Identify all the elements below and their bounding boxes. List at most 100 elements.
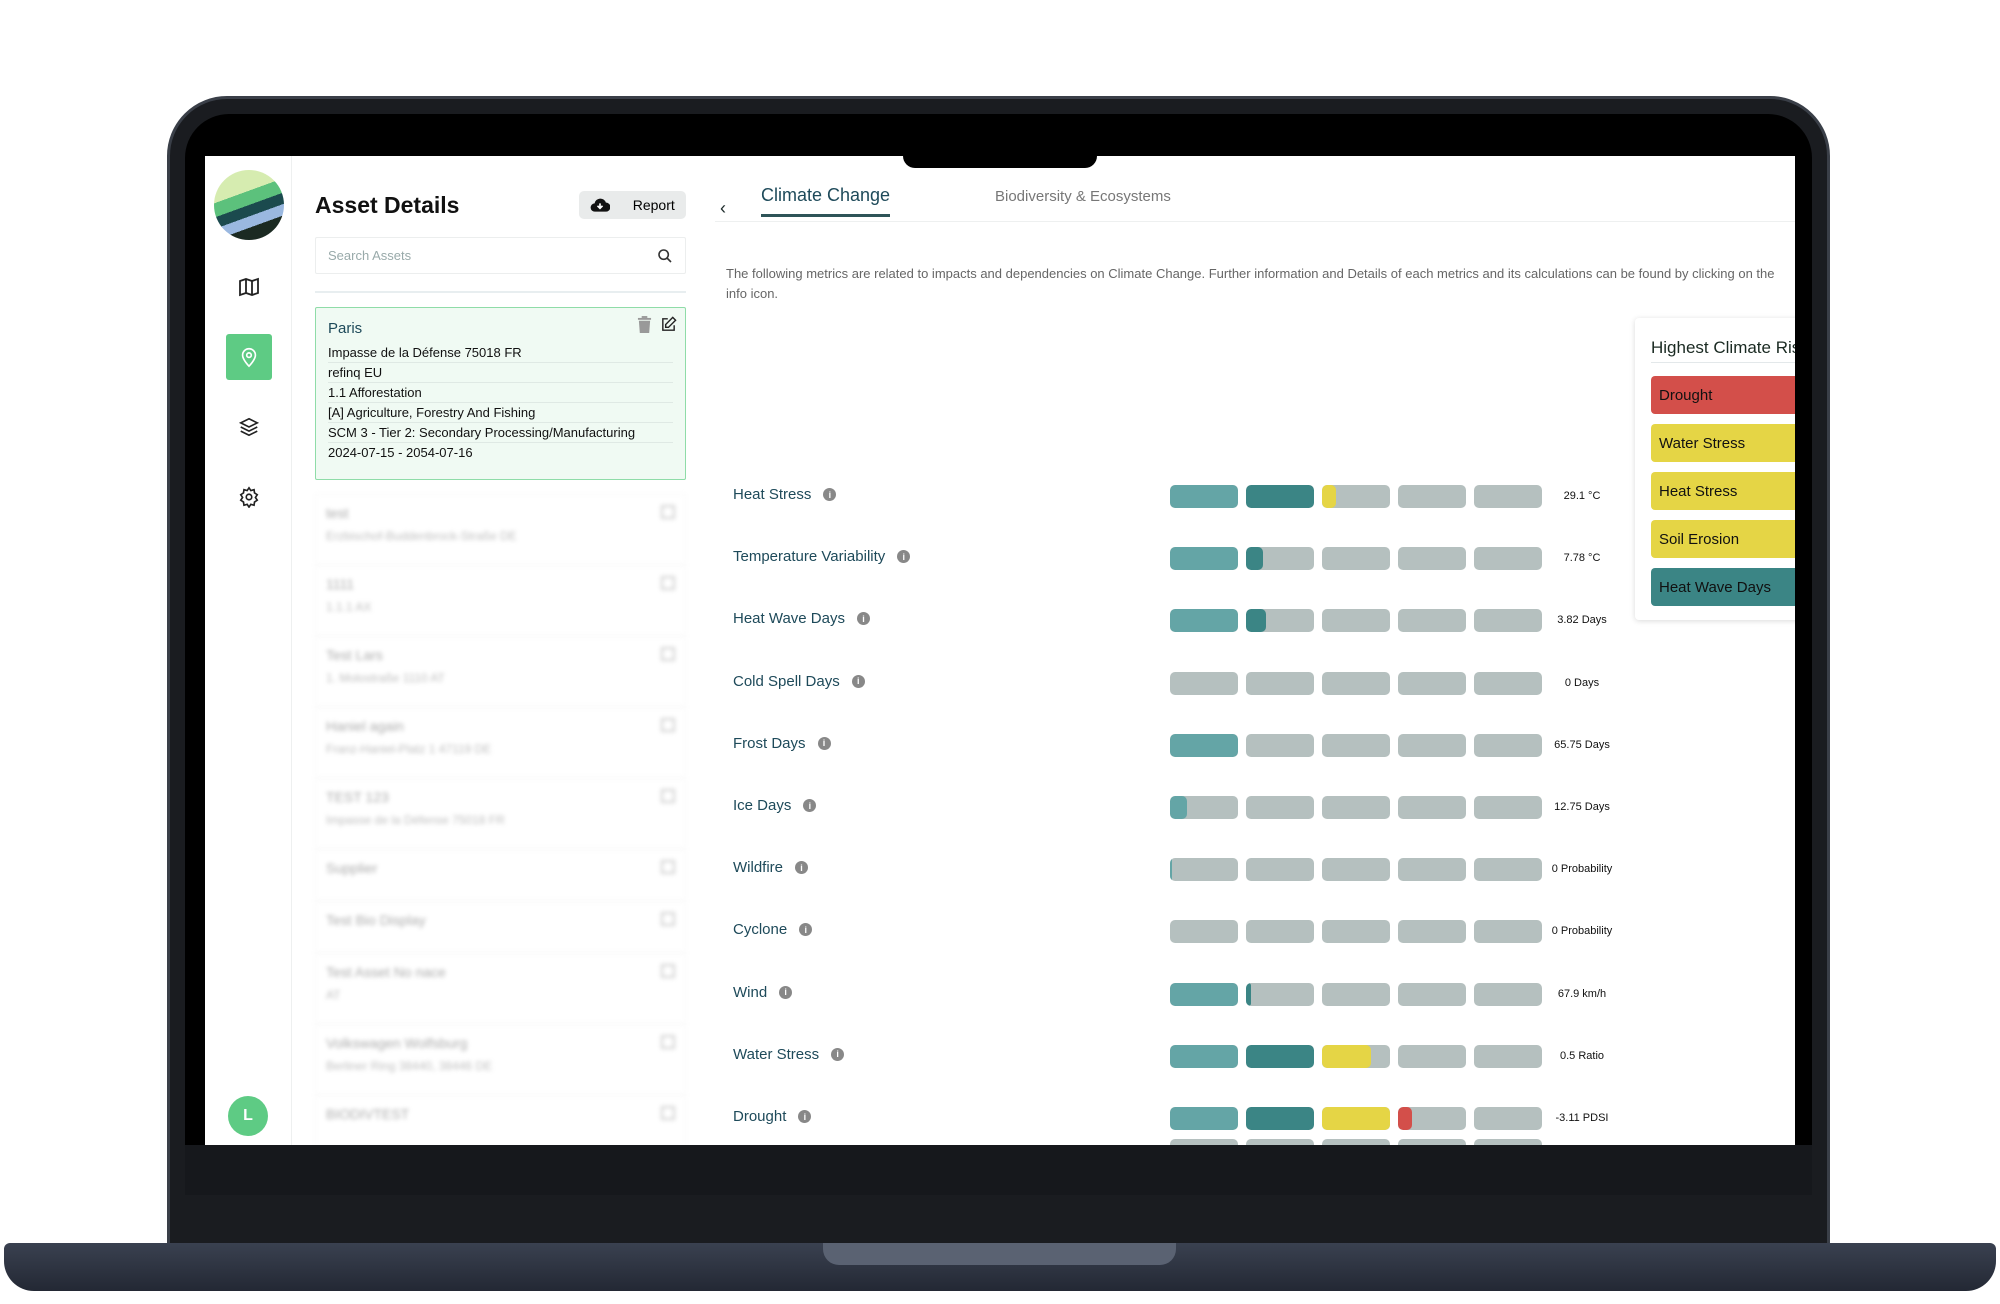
edit-icon[interactable]	[661, 718, 675, 732]
info-icon[interactable]: i	[803, 799, 817, 812]
sidebar: L	[205, 156, 292, 1145]
score-segment	[1398, 609, 1466, 633]
score-segment	[1398, 733, 1466, 757]
risk-row[interactable]: Water StressMedium	[1651, 424, 1795, 462]
risks-title: Highest Climate Risks	[1651, 338, 1795, 363]
info-icon[interactable]: i	[795, 861, 809, 875]
location-pin-icon[interactable]	[226, 334, 272, 380]
asset-list-item[interactable]: Supplier	[315, 849, 686, 901]
report-button[interactable]: Report	[579, 191, 686, 219]
score-segment	[1246, 1139, 1314, 1145]
edit-icon[interactable]	[661, 505, 675, 519]
laptop-chin	[185, 1145, 1812, 1195]
score-segment	[1246, 858, 1314, 882]
info-icon[interactable]: i	[851, 674, 865, 688]
risk-row[interactable]: DroughtHigh	[1651, 376, 1795, 414]
score-fill	[1322, 485, 1336, 508]
asset-list-item[interactable]: 1111 1.1.1 AX	[315, 565, 686, 636]
score-fill	[1170, 1044, 1238, 1068]
score-fill	[1322, 1107, 1390, 1130]
app-logo[interactable]	[214, 170, 284, 240]
edit-icon[interactable]	[661, 1035, 675, 1049]
layers-icon[interactable]	[226, 404, 272, 450]
score-segment	[1474, 1107, 1542, 1130]
score-segment	[1398, 796, 1466, 819]
edit-icon[interactable]	[661, 964, 675, 978]
metric-label: Frost Days	[733, 734, 806, 752]
asset-list-item[interactable]: Test Lars 1. Molostraße 1110 AT	[315, 636, 686, 707]
asset-name: test	[326, 505, 349, 521]
app-screen: L Asset Details Report Paris Impasse de …	[205, 156, 1795, 1145]
score-fill	[1246, 609, 1267, 633]
edit-icon[interactable]	[661, 789, 675, 803]
map-icon[interactable]	[226, 264, 272, 310]
score-segment	[1322, 920, 1390, 944]
edit-icon[interactable]	[660, 316, 677, 333]
score-segment	[1170, 1107, 1238, 1130]
risk-row[interactable]: Soil ErosionMedium	[1651, 520, 1795, 558]
info-icon[interactable]: i	[817, 736, 831, 750]
description: The following metrics are related to imp…	[726, 266, 1775, 301]
asset-list-item[interactable]: Volkswagen Wolfsburg Berliner Ring 38440,…	[315, 1024, 686, 1095]
asset-list-item[interactable]: TEST 123 Impasse de la Défense 75018 FR	[315, 778, 686, 849]
info-icon[interactable]: i	[823, 488, 837, 501]
info-icon[interactable]: i	[779, 985, 793, 999]
info-icon[interactable]: i	[897, 550, 911, 564]
metric-row: Temperature Variability i 7.78 °C	[715, 544, 1600, 574]
edit-icon[interactable]	[661, 647, 675, 661]
metric-value: -3.11 PDSI	[1555, 1112, 1609, 1124]
metric-row: Cold Spell Days i 0 Days	[715, 669, 1599, 699]
score-segment	[1474, 547, 1542, 571]
asset-list: test Erzbischof-Buddenbrock-Straße DE 1111…	[315, 494, 686, 1145]
asset-list-item[interactable]: Test Asset No nace AT	[315, 953, 686, 1024]
score-segment	[1398, 1139, 1466, 1145]
trash-icon[interactable]	[637, 316, 652, 333]
score-segment	[1246, 733, 1314, 757]
risk-row[interactable]: Heat StressMedium	[1651, 472, 1795, 510]
score-segment	[1170, 547, 1238, 571]
metric-label: Heat Wave Days	[733, 610, 845, 628]
score-segment	[1246, 796, 1314, 819]
tab-climate-change[interactable]: Climate Change	[761, 185, 891, 217]
score-segment	[1322, 1044, 1390, 1068]
asset-list-item[interactable]: BIODIVTEST	[315, 1095, 686, 1145]
edit-icon[interactable]	[661, 576, 675, 590]
asset-list-item[interactable]: Test Bio Display	[315, 901, 686, 953]
info-icon[interactable]: i	[831, 1047, 845, 1061]
asset-list-item[interactable]: Haniel again Franz-Haniel-Platz 1 47119 D…	[315, 707, 686, 778]
score-fill	[1246, 485, 1314, 508]
search-icon[interactable]	[657, 248, 673, 264]
metric-label: Water Stress	[733, 1045, 820, 1063]
score-segment	[1322, 671, 1390, 695]
user-avatar[interactable]: L	[228, 1096, 268, 1136]
edit-icon[interactable]	[661, 860, 675, 874]
asset-address: Erzbischof-Buddenbrock-Straße DE	[326, 529, 517, 543]
score-segment	[1170, 796, 1238, 819]
asset-list-item[interactable]: test Erzbischof-Buddenbrock-Straße DE	[315, 494, 686, 565]
score-segment	[1474, 982, 1542, 1006]
risk-name: Soil Erosion	[1659, 530, 1740, 548]
info-icon[interactable]: i	[856, 612, 870, 626]
metric-value: 12.75 Days	[1554, 801, 1610, 813]
chevron-left-icon[interactable]: ‹	[720, 198, 726, 219]
search-input[interactable]	[328, 248, 657, 263]
asset-name: 1111	[326, 576, 355, 592]
edit-icon[interactable]	[661, 1106, 675, 1120]
score-segment	[1474, 1139, 1542, 1145]
gear-icon[interactable]	[226, 474, 272, 520]
asset-address: AT	[326, 988, 341, 1002]
asset-name: TEST 123	[326, 789, 389, 805]
selected-asset-card[interactable]: Paris Impasse de la Défense 75018 FR refi…	[315, 307, 686, 480]
asset-name: Test Lars	[326, 647, 383, 663]
risk-row[interactable]: Heat Wave DaysLow	[1651, 568, 1795, 606]
score-fill	[1170, 609, 1238, 633]
info-icon[interactable]: i	[799, 923, 813, 937]
asset-detail-line: SCM 3 - Tier 2: Secondary Processing/Man…	[328, 423, 673, 443]
info-icon[interactable]: i	[798, 1110, 812, 1123]
score-segment	[1170, 733, 1238, 757]
score-fill	[1170, 858, 1173, 882]
metric-row: Heat Stress i 29.1 °C	[715, 482, 1600, 512]
tab-biodiversity[interactable]: Biodiversity & Ecosystems	[995, 188, 1171, 213]
score-segment	[1474, 671, 1542, 695]
edit-icon[interactable]	[661, 912, 675, 926]
